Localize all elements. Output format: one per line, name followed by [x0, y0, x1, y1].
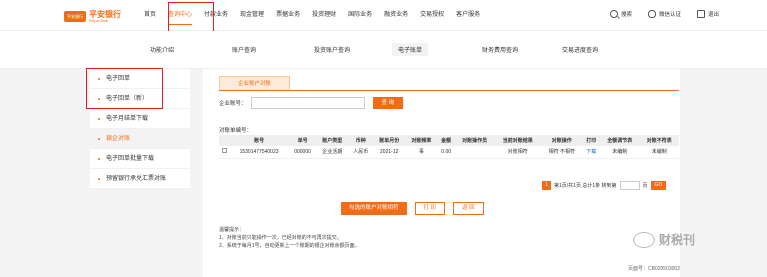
column-header-adjustment: 全额调节表 — [600, 135, 640, 146]
column-header-no: 单号 — [288, 135, 317, 146]
nav-item-cash[interactable]: 现金管理 — [240, 0, 264, 31]
cell-month: 2021-12 — [373, 146, 406, 159]
logout-label: 退出 — [707, 12, 719, 18]
tab-strip: 企业账户对账 — [219, 76, 679, 91]
cell-adjustment: 未编制 — [600, 146, 640, 159]
cell-account: 15301477540023 — [229, 146, 289, 159]
page-info: 第1页/共1页 总计1条 转到第 — [554, 183, 617, 189]
table-header-row: 账号 单号 账户类型 币种 账单月份 对账频率 金额 对账操作员 当前对账结果 … — [219, 135, 679, 146]
wechat-label: 微信认证 — [658, 12, 681, 18]
column-header-result: 当前对账结果 — [494, 135, 542, 146]
logout-tool[interactable]: 退出 — [696, 10, 719, 18]
print-button[interactable]: 打 印 — [414, 202, 446, 215]
back-button[interactable]: 返 回 — [453, 202, 484, 215]
cell-type: 企业活期 — [316, 146, 349, 159]
confirm-match-button[interactable]: 勾选的账户对账相符 — [341, 202, 407, 215]
column-header-mismatch: 对账不符表 — [639, 135, 679, 146]
column-header-amount: 金额 — [437, 135, 455, 146]
cell-currency: 人民币 — [348, 146, 374, 159]
cell-download-link[interactable]: 下载 — [582, 146, 601, 159]
page-number-label: 页面号：CB020503002 — [628, 266, 680, 272]
cell-mismatch: 未编制 — [639, 146, 679, 159]
pagination: 1 第1页/共1页 总计1条 转到第 页 GO — [542, 181, 667, 190]
tips: 温馨提示： 1、对账当前只能操作一次，已经对账的不可再次提交。 2、系统于每月1… — [219, 226, 360, 250]
watermark: 财税刊 — [633, 231, 695, 248]
table-row: 15301477540023 000000 企业活期 人民币 2021-12 事… — [219, 146, 679, 159]
column-header-operation: 对账操作 — [541, 135, 583, 146]
page-unit: 页 — [642, 183, 648, 189]
query-button[interactable]: 查 询 — [372, 97, 404, 109]
wechat-icon — [647, 10, 656, 18]
tips-item-1: 1、对账当前只能操作一次，已经对账的不可再次提交。 — [219, 235, 342, 241]
logout-icon — [696, 10, 705, 18]
sidebar-item-acceptance-reconciliation[interactable]: 预留银行承兑汇票对账 — [90, 169, 190, 189]
search-label: 搜索 — [620, 12, 632, 18]
nav-item-bills[interactable]: 票据业务 — [276, 0, 300, 31]
action-buttons: 勾选的账户对账相符 打 印 返 回 — [341, 202, 484, 215]
cell-result: 对账相符 — [494, 146, 542, 159]
tips-title: 温馨提示： — [219, 227, 245, 233]
wechat-watermark-icon — [633, 231, 655, 248]
logo-name: 平安银行 — [89, 10, 121, 19]
wechat-tool[interactable]: 微信认证 — [647, 10, 681, 18]
column-header-currency: 币种 — [348, 135, 374, 146]
subnav-item-intro[interactable]: 功能介绍 — [150, 45, 174, 54]
top-tools: 搜索 微信认证 退出 — [609, 10, 719, 18]
subnav-item-investment-query[interactable]: 投资账户查询 — [314, 45, 350, 54]
subnav-item-progress-query[interactable]: 交易进度查询 — [562, 45, 598, 54]
nav-item-international[interactable]: 国际业务 — [348, 0, 372, 31]
logo-subtitle: Ping An Bank — [89, 19, 109, 23]
cell-frequency: 事 — [405, 146, 438, 159]
sidebar-item-reconciliation[interactable]: 银企对账 — [90, 129, 190, 149]
reconciliation-table: 账号 单号 账户类型 币种 账单月份 对账频率 金额 对账操作员 当前对账结果 … — [219, 135, 679, 159]
bank-logo[interactable]: 平安银行 平安银行 Ping An Bank — [64, 10, 121, 23]
column-header-select — [219, 135, 230, 146]
nav-item-authorization[interactable]: 交易授权 — [420, 0, 444, 31]
column-header-account: 账号 — [229, 135, 289, 146]
subnav-item-fee-query[interactable]: 财务费用查询 — [482, 45, 518, 54]
cell-operation-links[interactable]: 相符 不相符 — [541, 146, 583, 159]
account-query-row: 企业账号： 查 询 — [219, 97, 404, 109]
nav-item-investment[interactable]: 投资理财 — [312, 0, 336, 31]
cell-amount: 0.00 — [437, 146, 455, 159]
tab-enterprise-reconciliation[interactable]: 企业账户对账 — [219, 76, 291, 90]
main-panel: 企业账户对账 企业账号： 查 询 对账单编号： 账号 单号 账户类型 币种 账单… — [203, 69, 680, 277]
column-header-frequency: 对账频率 — [405, 135, 438, 146]
subnav-item-e-bill[interactable]: 电子账单 — [392, 43, 429, 56]
page-jump-input[interactable] — [619, 181, 640, 190]
column-header-operator: 对账操作员 — [454, 135, 495, 146]
subnav-item-account-query[interactable]: 账户查询 — [232, 45, 256, 54]
column-header-type: 账户类型 — [316, 135, 349, 146]
account-input[interactable] — [250, 97, 365, 109]
sidebar-highlight-box — [86, 68, 163, 109]
sidebar-item-batch-download[interactable]: 电子回单批量下载 — [90, 149, 190, 169]
row-checkbox[interactable] — [221, 148, 227, 154]
page-number-current[interactable]: 1 — [542, 181, 551, 190]
top-navigation-bar: 平安银行 平安银行 Ping An Bank 首页 查询中心 付款业务 现金管理… — [0, 0, 767, 31]
column-header-month: 账单月份 — [373, 135, 406, 146]
cell-no: 000000 — [288, 146, 317, 159]
nav-item-home[interactable]: 首页 — [144, 0, 156, 31]
cell-operator — [454, 146, 495, 159]
nav-item-service[interactable]: 客户服务 — [456, 0, 480, 31]
account-label: 企业账号： — [219, 101, 247, 107]
tips-item-2: 2、系统于每月1号，自动更新上一个账期的银企对账余额页面。 — [219, 243, 360, 249]
sub-navigation: 功能介绍 账户查询 投资账户查询 电子账单 财务费用查询 交易进度查询 — [0, 31, 767, 69]
page-go-button[interactable]: GO — [650, 181, 667, 190]
column-header-print: 打印 — [582, 135, 601, 146]
nav-item-financing[interactable]: 融资业务 — [384, 0, 408, 31]
search-tool[interactable]: 搜索 — [609, 10, 632, 18]
sidebar-item-monthly-statement[interactable]: 电子月结单下载 — [90, 109, 190, 129]
statement-number-label: 对账单编号： — [219, 128, 253, 134]
logo-mark: 平安银行 — [64, 11, 86, 22]
watermark-text: 财税刊 — [659, 233, 696, 247]
search-icon — [609, 10, 618, 18]
